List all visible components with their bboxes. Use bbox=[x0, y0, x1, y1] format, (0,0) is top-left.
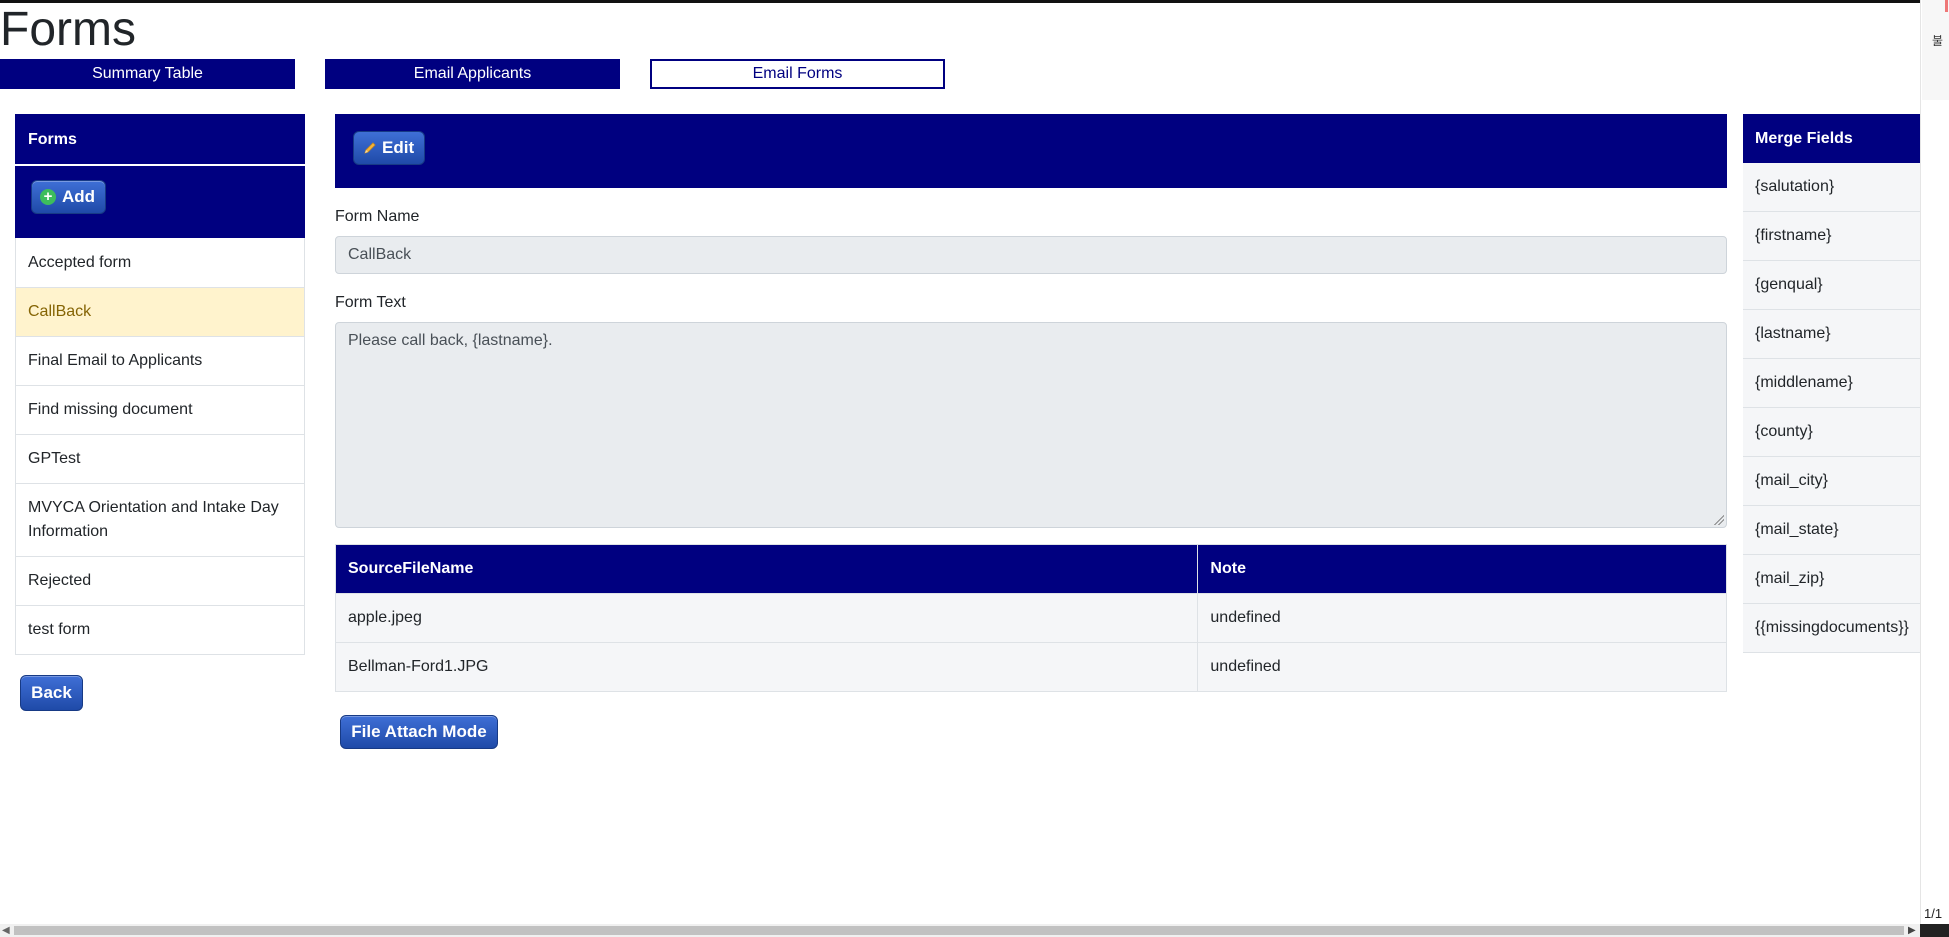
add-form-button[interactable]: + Add bbox=[31, 180, 107, 214]
page-indicator: 1/1 bbox=[1924, 906, 1943, 921]
table-cell-note: undefined bbox=[1197, 593, 1727, 643]
back-button[interactable]: Back bbox=[20, 675, 83, 711]
merge-field-item[interactable]: {genqual} bbox=[1743, 261, 1920, 310]
top-border bbox=[0, 0, 1920, 3]
merge-field-item[interactable]: {lastname} bbox=[1743, 310, 1920, 359]
table-row[interactable]: apple.jpeg undefined bbox=[334, 593, 1727, 643]
column-header-note[interactable]: Note bbox=[1197, 544, 1727, 594]
merge-field-item[interactable]: {county} bbox=[1743, 408, 1920, 457]
forms-panel-toolbar: + Add bbox=[15, 164, 305, 238]
scroll-left-arrow-icon[interactable]: ◀ bbox=[2, 924, 10, 937]
editor-toolbar: Edit bbox=[335, 114, 1727, 188]
forms-list: Accepted form CallBack Final Email to Ap… bbox=[15, 238, 305, 655]
list-item[interactable]: Accepted form bbox=[16, 238, 304, 287]
forms-panel: Forms + Add Accepted form CallBack Final… bbox=[15, 114, 305, 655]
form-text-label: Form Text bbox=[335, 294, 406, 311]
merge-field-item[interactable]: {middlename} bbox=[1743, 359, 1920, 408]
scrollbar-thumb[interactable] bbox=[14, 926, 1904, 935]
list-item[interactable]: Rejected bbox=[16, 556, 304, 605]
list-item[interactable]: test form bbox=[16, 605, 304, 654]
form-name-label: Form Name bbox=[335, 208, 420, 225]
merge-field-item[interactable]: {salutation} bbox=[1743, 163, 1920, 212]
merge-fields-header: Merge Fields bbox=[1743, 114, 1920, 163]
tab-email-forms[interactable]: Email Forms bbox=[650, 59, 945, 89]
list-item[interactable]: Find missing document bbox=[16, 385, 304, 434]
column-header-sourcefilename[interactable]: SourceFileName bbox=[334, 544, 1199, 594]
form-name-field[interactable]: CallBack bbox=[335, 236, 1727, 274]
scrollbar-corner bbox=[1920, 924, 1949, 937]
merge-fields-panel: Merge Fields {salutation} {firstname} {g… bbox=[1743, 114, 1920, 653]
tab-summary-table[interactable]: Summary Table bbox=[0, 59, 295, 89]
table-cell-filename: Bellman-Ford1.JPG bbox=[334, 642, 1199, 692]
list-item[interactable]: MVYCA Orientation and Intake Day Informa… bbox=[16, 483, 304, 556]
table-row[interactable]: Bellman-Ford1.JPG undefined bbox=[334, 642, 1727, 692]
edit-button[interactable]: Edit bbox=[353, 131, 426, 165]
pencil-icon bbox=[364, 142, 376, 154]
side-panel-glyph: 불 bbox=[1932, 34, 1944, 48]
scroll-right-arrow-icon[interactable]: ▶ bbox=[1908, 924, 1916, 937]
form-text-value: Please call back, {lastname}. bbox=[348, 332, 553, 349]
table-cell-filename: apple.jpeg bbox=[334, 593, 1199, 643]
attachments-table: SourceFileName Note apple.jpeg undefined… bbox=[334, 544, 1727, 692]
list-item-selected[interactable]: CallBack bbox=[16, 287, 304, 336]
form-text-area[interactable]: Please call back, {lastname}. bbox=[335, 322, 1727, 528]
list-item[interactable]: GPTest bbox=[16, 434, 304, 483]
list-item[interactable]: Final Email to Applicants bbox=[16, 336, 304, 385]
merge-field-item[interactable]: {firstname} bbox=[1743, 212, 1920, 261]
edit-button-label: Edit bbox=[382, 138, 415, 157]
table-cell-note: undefined bbox=[1197, 642, 1727, 692]
page-title: Forms bbox=[0, 3, 136, 56]
merge-field-item[interactable]: {mail_zip} bbox=[1743, 555, 1920, 604]
forms-panel-header: Forms bbox=[15, 114, 305, 164]
side-panel-tab[interactable] bbox=[1922, 0, 1949, 100]
merge-field-item[interactable]: {{missingdocuments}} bbox=[1743, 604, 1920, 653]
add-button-label: Add bbox=[62, 187, 96, 206]
horizontal-scrollbar[interactable]: ◀ ▶ bbox=[0, 924, 1920, 937]
plus-icon: + bbox=[40, 189, 56, 205]
side-panel-accent bbox=[1945, 0, 1948, 12]
tab-email-applicants[interactable]: Email Applicants bbox=[325, 59, 620, 89]
side-panel-strip bbox=[1920, 0, 1949, 937]
resize-grip-icon[interactable] bbox=[1714, 515, 1724, 525]
file-attach-mode-button[interactable]: File Attach Mode bbox=[340, 715, 498, 749]
form-editor: Edit Form Name CallBack Form Text Please… bbox=[334, 114, 1727, 692]
merge-field-item[interactable]: {mail_state} bbox=[1743, 506, 1920, 555]
merge-field-item[interactable]: {mail_city} bbox=[1743, 457, 1920, 506]
